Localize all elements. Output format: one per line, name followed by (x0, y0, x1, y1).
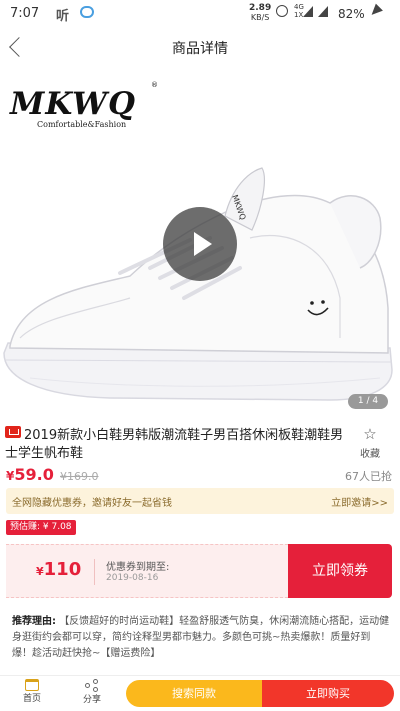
tmall-icon (5, 426, 21, 438)
favorite-button[interactable]: ☆ 收藏 (352, 426, 388, 461)
app-notification-icon: 听 (56, 9, 70, 24)
buy-now-button[interactable]: 立即购买 (262, 680, 394, 707)
original-price: ¥169.0 (60, 470, 99, 483)
signal-2-icon (318, 6, 328, 17)
product-title: 2019新款小白鞋男韩版潮流鞋子男百搭休闲板鞋潮鞋男士学生帆布鞋 (5, 428, 344, 461)
product-image[interactable]: MKWQ ® Comfortable&Fashion MKWQ 1 / 4 (0, 68, 400, 413)
recommend-label: 推荐理由: (12, 616, 56, 627)
product-title-block: 2019新款小白鞋男韩版潮流鞋子男百搭休闲板鞋潮鞋男士学生帆布鞋 (5, 426, 345, 463)
network-speed-value: 2.89 (249, 3, 272, 13)
nav-share-label: 分享 (82, 695, 101, 705)
brand-tagline: Comfortable&Fashion (37, 120, 127, 129)
signal-icon (303, 6, 313, 17)
claim-coupon-button[interactable]: 立即领券 (288, 544, 392, 598)
registered-mark: ® (151, 81, 158, 89)
network-speed: 2.89 KB/S (249, 3, 272, 23)
status-bar: 7:07 听 2.89 KB/S 4G 1X 82% (0, 0, 400, 28)
network-speed-unit: KB/S (250, 13, 270, 22)
play-icon (194, 232, 212, 256)
nav-home-label: 首页 (22, 694, 41, 704)
invite-banner[interactable]: 全网隐藏优惠券，邀请好友一起省钱 立即邀请>> (6, 488, 394, 514)
recommend-reason: 推荐理由: 【反馈超好的时尚运动鞋】轻盈舒服透气防臭，休闲潮流随心搭配，运动健身… (12, 614, 390, 662)
coupon-amount: ¥110 (36, 559, 81, 580)
app-header: 商品详情 (0, 28, 400, 68)
status-time: 7:07 (10, 6, 40, 21)
product-title-line: 2019新款小白鞋男韩版潮流鞋子男百搭休闲板鞋潮鞋男士学生帆布鞋 (5, 426, 345, 463)
nav-share[interactable]: 分享 (72, 679, 112, 705)
nav-home[interactable]: 首页 (12, 679, 52, 704)
network-type-sub: 1X (294, 11, 304, 19)
home-icon (25, 679, 39, 691)
battery-level: 82% (338, 7, 365, 21)
coupon-expiry-label: 优惠券到期至: (106, 562, 170, 573)
coupon-symbol: ¥ (36, 565, 44, 578)
star-icon: ☆ (363, 425, 377, 443)
location-icon (368, 3, 383, 19)
price-value: 59.0 (14, 465, 54, 484)
page-title: 商品详情 (172, 41, 228, 57)
coupon-info: ¥110 优惠券到期至: 2019-08-16 (6, 544, 288, 598)
invite-now-link[interactable]: 立即邀请>> (331, 494, 388, 509)
cloud-icon (80, 6, 94, 18)
coupon-divider (94, 559, 95, 585)
search-same-button[interactable]: 搜索同款 (126, 680, 262, 707)
estimated-earnings-badge: 预估赚: ¥ 7.08 (6, 520, 76, 535)
sold-count: 67人已抢 (345, 470, 392, 483)
coupon-card: ¥110 优惠券到期至: 2019-08-16 立即领券 (6, 544, 392, 598)
play-video-button[interactable] (163, 207, 237, 281)
coupon-expiry-date: 2019-08-16 (106, 573, 159, 583)
invite-text: 全网隐藏优惠券，邀请好友一起省钱 (12, 498, 172, 509)
recommend-text: 【反馈超好的时尚运动鞋】轻盈舒服透气防臭，休闲潮流随心搭配，运动健身逛街约会都可… (12, 616, 390, 659)
coupon-value: 110 (43, 559, 82, 580)
share-icon (85, 679, 99, 692)
image-pager: 1 / 4 (348, 394, 388, 409)
brand-logo: MKWQ (10, 86, 136, 122)
favorite-label: 收藏 (360, 449, 380, 460)
current-price: ¥59.0 (6, 465, 54, 484)
product-detail-screen: 7:07 听 2.89 KB/S 4G 1X 82% 商品详情 MKWQ ® C… (0, 0, 400, 711)
alarm-icon (276, 5, 288, 17)
bottom-action-bar: 首页 分享 搜索同款 立即购买 (0, 675, 400, 711)
